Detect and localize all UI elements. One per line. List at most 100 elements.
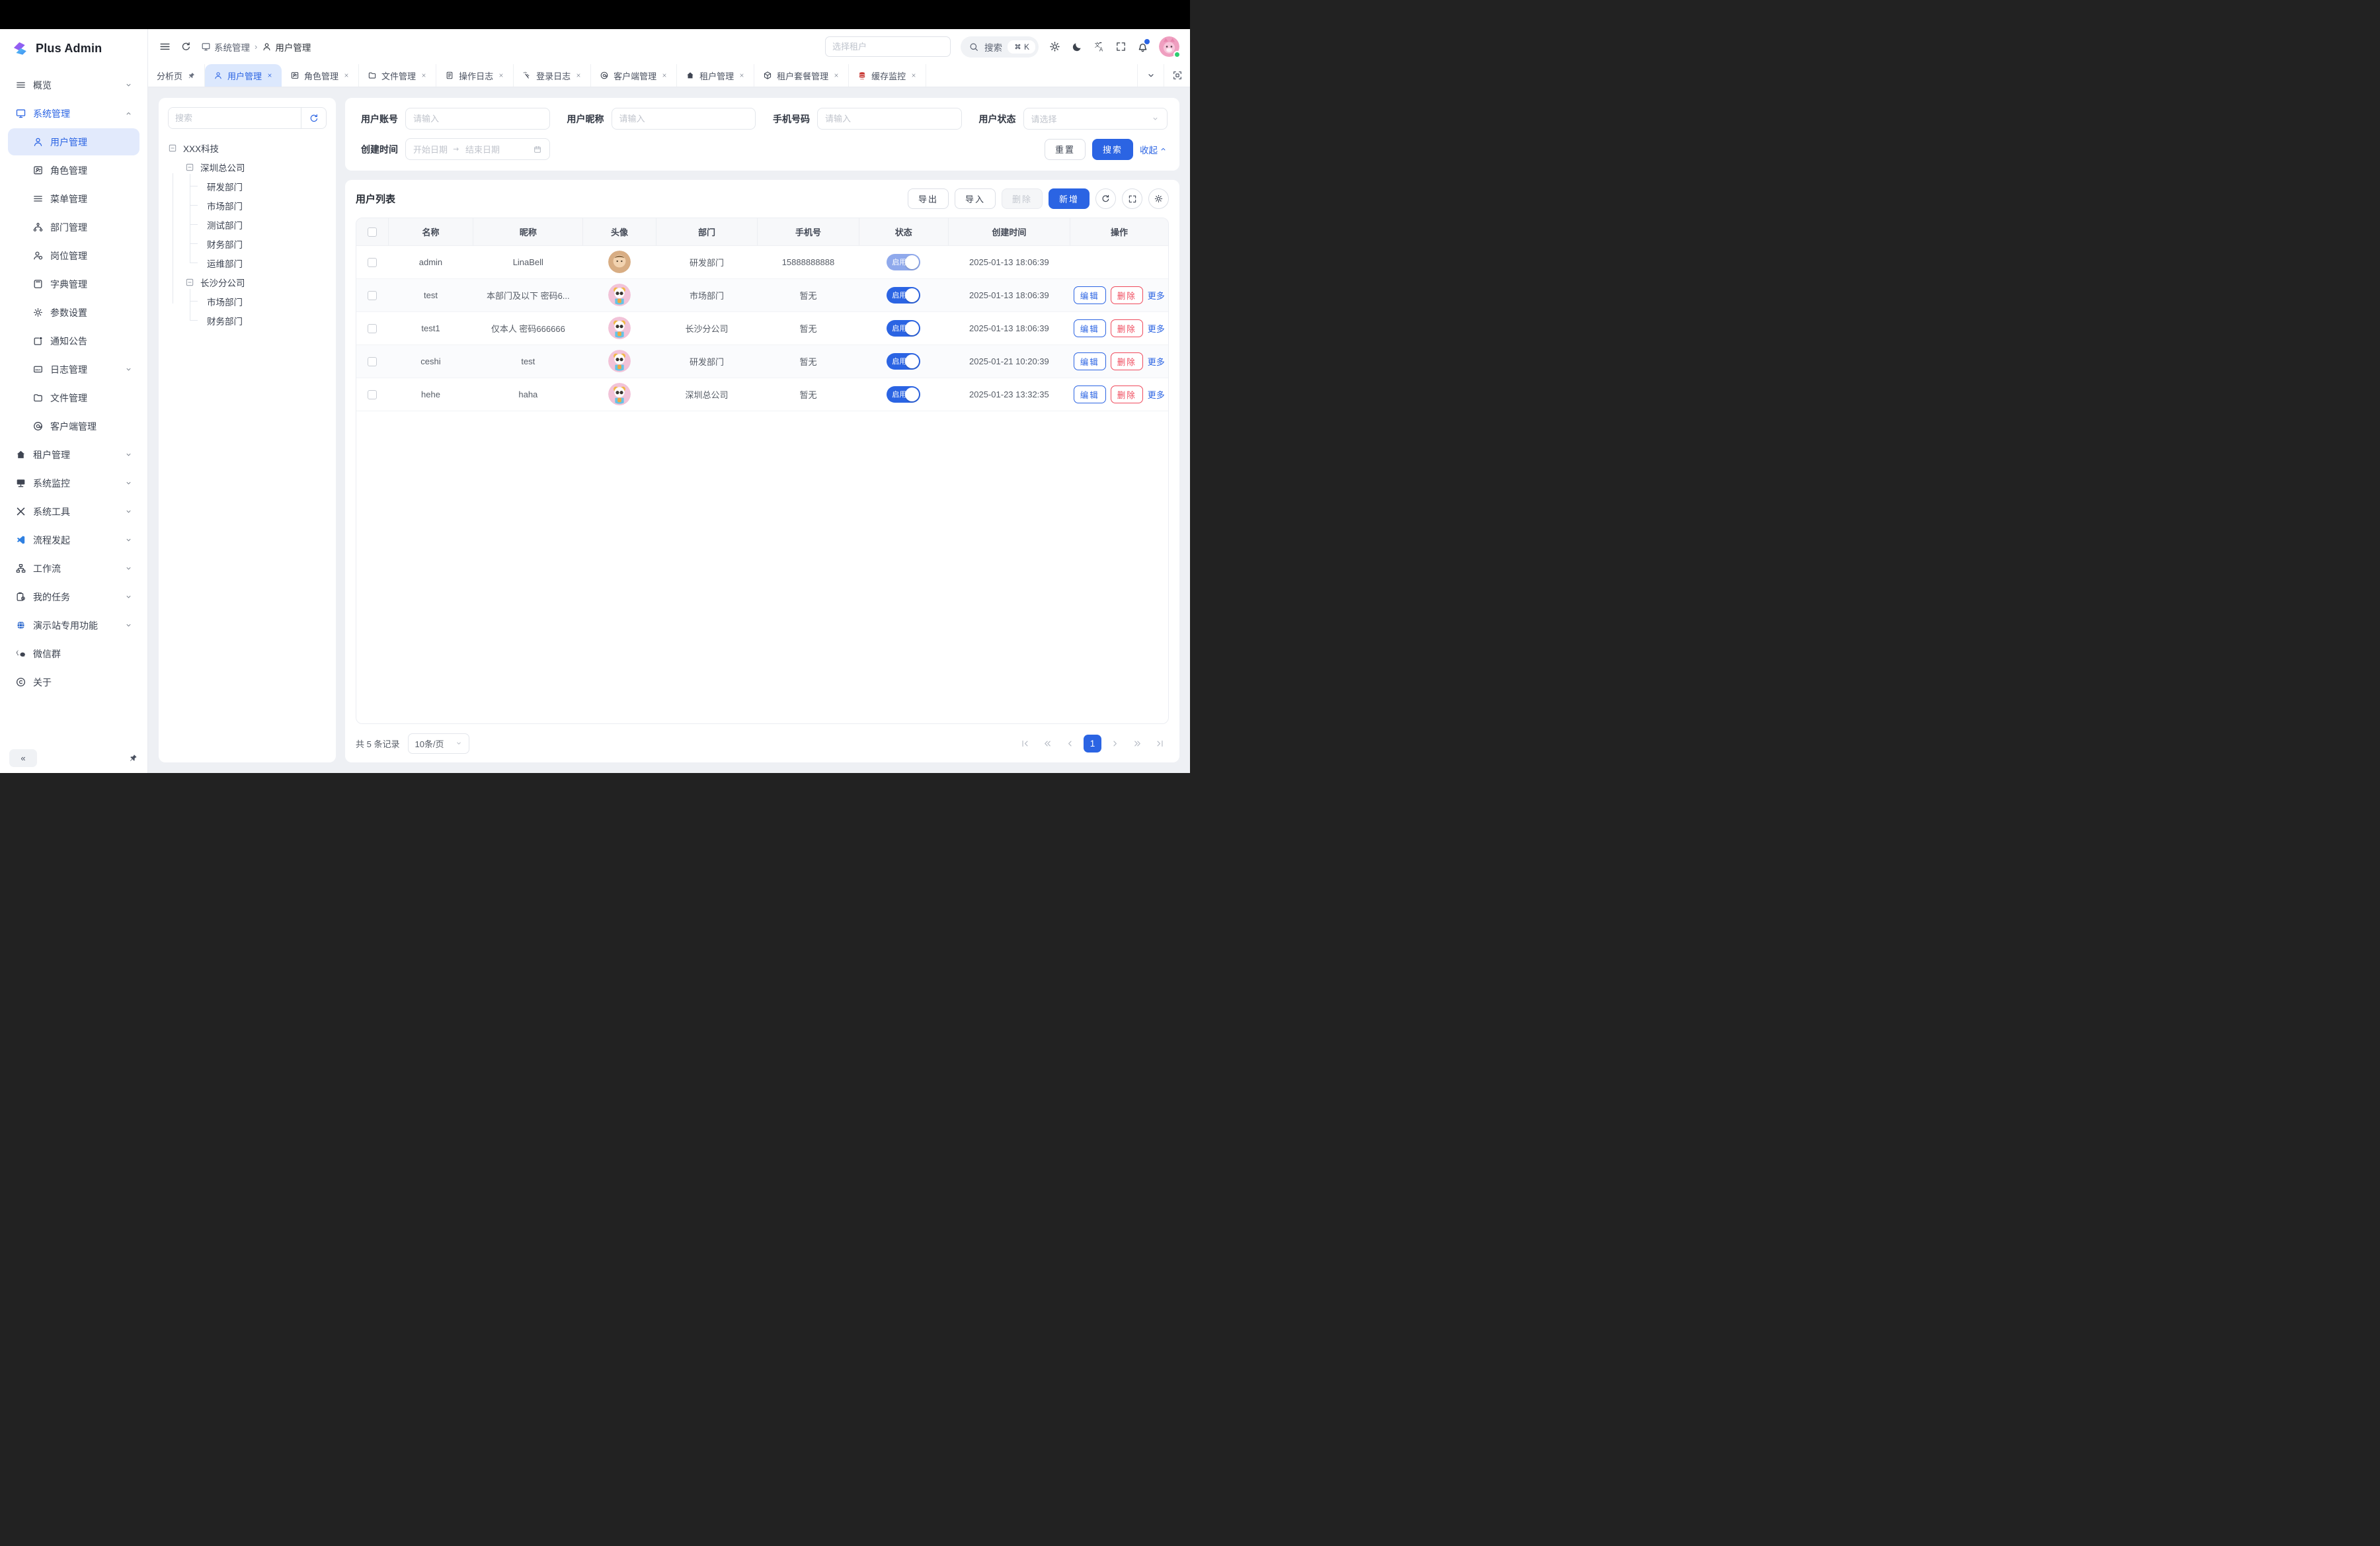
row-checkbox[interactable] xyxy=(368,324,377,333)
page-size-select[interactable]: 10条/页 xyxy=(408,733,469,754)
global-search[interactable]: 搜索 K xyxy=(961,36,1039,58)
status-toggle[interactable]: 启用 xyxy=(887,386,920,403)
edit-button[interactable]: 编辑 xyxy=(1074,386,1106,403)
sidebar-collapse-button[interactable]: « xyxy=(9,749,37,767)
sidebar-pin-button[interactable] xyxy=(128,753,138,763)
collapse-box-icon[interactable] xyxy=(168,143,177,153)
tab-file-management[interactable]: 文件管理 xyxy=(359,64,436,87)
notifications-button[interactable] xyxy=(1136,40,1149,53)
close-icon[interactable] xyxy=(266,72,273,79)
settings-icon[interactable] xyxy=(1049,40,1061,53)
close-icon[interactable] xyxy=(343,72,350,79)
status-toggle[interactable]: 启用 xyxy=(887,254,920,270)
tree-node-company[interactable]: 长沙分公司 xyxy=(185,272,327,292)
more-link[interactable]: 更多 xyxy=(1148,390,1165,400)
content-maximize-button[interactable] xyxy=(1164,64,1190,87)
page-first-button[interactable] xyxy=(1016,735,1034,753)
table-fullscreen-button[interactable] xyxy=(1122,188,1142,209)
collapse-filter-link[interactable]: 收起 xyxy=(1140,143,1168,156)
add-button[interactable]: 新增 xyxy=(1049,188,1090,209)
sidebar-item-post-management[interactable]: 岗位管理 xyxy=(8,242,139,269)
sidebar-item-demo-features[interactable]: 演示站专用功能 xyxy=(8,612,139,639)
close-icon[interactable] xyxy=(661,72,668,79)
collapse-box-icon[interactable] xyxy=(185,278,194,287)
sidebar-item-client-management[interactable]: 客户端管理 xyxy=(8,413,139,440)
breadcrumb-user-management[interactable]: 用户管理 xyxy=(262,40,311,54)
tree-leaf-dept[interactable]: 运维部门 xyxy=(207,253,327,272)
page-prev-button[interactable] xyxy=(1061,735,1079,753)
user-avatar[interactable] xyxy=(1159,36,1179,57)
tree-node-company[interactable]: 深圳总公司 xyxy=(185,157,327,177)
sidebar-item-role-management[interactable]: 角色管理 xyxy=(8,157,139,184)
search-button[interactable]: 搜索 xyxy=(1092,139,1133,160)
tree-leaf-dept[interactable]: 测试部门 xyxy=(207,215,327,234)
sidebar-item-log-management[interactable]: DEV日志管理 xyxy=(8,356,139,383)
status-toggle[interactable]: 启用 xyxy=(887,320,920,337)
sidebar-item-system-management[interactable]: 系统管理 xyxy=(8,100,139,127)
sidebar-item-overview[interactable]: 概览 xyxy=(8,71,139,99)
page-number-current[interactable]: 1 xyxy=(1084,735,1101,753)
tree-leaf-dept[interactable]: 财务部门 xyxy=(207,234,327,253)
row-checkbox[interactable] xyxy=(368,357,377,366)
sidebar-item-dept-management[interactable]: 部门管理 xyxy=(8,214,139,241)
dark-mode-icon[interactable] xyxy=(1071,41,1083,53)
sidebar-item-user-management[interactable]: 用户管理 xyxy=(8,128,139,155)
page-last-button[interactable] xyxy=(1151,735,1169,753)
table-refresh-button[interactable] xyxy=(1095,188,1116,209)
tab-tenant-package-management[interactable]: 租户套餐管理 xyxy=(754,64,849,87)
row-checkbox[interactable] xyxy=(368,390,377,399)
close-icon[interactable] xyxy=(833,72,840,79)
tab-analysis-page[interactable]: 分析页 xyxy=(148,64,205,87)
sidebar-item-about[interactable]: 关于 xyxy=(8,669,139,696)
tab-operation-log[interactable]: 操作日志 xyxy=(436,64,514,87)
sidebar-item-workflow[interactable]: 工作流 xyxy=(8,555,139,582)
export-button[interactable]: 导出 xyxy=(908,188,949,209)
breadcrumb-system-management[interactable]: 系统管理 xyxy=(201,40,250,54)
refresh-icon[interactable] xyxy=(180,41,192,52)
status-toggle[interactable]: 启用 xyxy=(887,287,920,304)
page-next-jump-button[interactable] xyxy=(1129,735,1146,753)
language-icon[interactable]: 文A xyxy=(1093,40,1105,53)
phone-input[interactable] xyxy=(825,114,954,124)
delete-button[interactable]: 删除 xyxy=(1002,188,1043,209)
import-button[interactable]: 导入 xyxy=(955,188,996,209)
tab-user-management[interactable]: 用户管理 xyxy=(205,64,282,87)
tree-leaf-dept[interactable]: 市场部门 xyxy=(207,196,327,215)
pin-icon[interactable] xyxy=(187,71,196,80)
sidebar-item-process-start[interactable]: 流程发起 xyxy=(8,526,139,553)
sidebar-item-file-management[interactable]: 文件管理 xyxy=(8,384,139,411)
tab-client-management[interactable]: 客户端管理 xyxy=(591,64,677,87)
sidebar-item-system-monitor[interactable]: 系统监控 xyxy=(8,469,139,497)
collapse-box-icon[interactable] xyxy=(185,163,194,172)
tree-search-input[interactable] xyxy=(169,108,301,128)
tree-node-root[interactable]: XXX科技 xyxy=(168,138,327,157)
more-link[interactable]: 更多 xyxy=(1148,324,1165,334)
date-range-picker[interactable]: 开始日期 结束日期 xyxy=(405,138,550,160)
row-checkbox[interactable] xyxy=(368,291,377,300)
sidebar-item-dict-management[interactable]: 字典管理 xyxy=(8,270,139,298)
tree-leaf-dept[interactable]: 市场部门 xyxy=(207,292,327,311)
close-icon[interactable] xyxy=(498,72,504,79)
menu-toggle-icon[interactable] xyxy=(159,40,171,53)
edit-button[interactable]: 编辑 xyxy=(1074,352,1106,370)
nickname-input[interactable] xyxy=(619,114,748,124)
sidebar-item-system-tools[interactable]: 系统工具 xyxy=(8,498,139,525)
edit-button[interactable]: 编辑 xyxy=(1074,286,1106,304)
tabs-dropdown-button[interactable] xyxy=(1137,64,1164,87)
tab-tenant-management[interactable]: 租户管理 xyxy=(677,64,754,87)
sidebar-item-tenant-management[interactable]: 租户管理 xyxy=(8,441,139,468)
tab-role-management[interactable]: 角色管理 xyxy=(282,64,359,87)
table-settings-button[interactable] xyxy=(1148,188,1169,209)
delete-row-button[interactable]: 删除 xyxy=(1111,386,1143,403)
tab-cache-monitor[interactable]: redis缓存监控 xyxy=(849,64,926,87)
tenant-select-input[interactable] xyxy=(825,36,951,57)
sidebar-item-param-settings[interactable]: 参数设置 xyxy=(8,299,139,326)
close-icon[interactable] xyxy=(738,72,745,79)
sidebar-item-my-tasks[interactable]: 我的任务 xyxy=(8,583,139,610)
tree-leaf-dept[interactable]: 财务部门 xyxy=(207,311,327,330)
tree-refresh-button[interactable] xyxy=(301,108,326,128)
delete-row-button[interactable]: 删除 xyxy=(1111,352,1143,370)
page-prev-jump-button[interactable] xyxy=(1039,735,1056,753)
close-icon[interactable] xyxy=(420,72,427,79)
row-checkbox[interactable] xyxy=(368,258,377,267)
